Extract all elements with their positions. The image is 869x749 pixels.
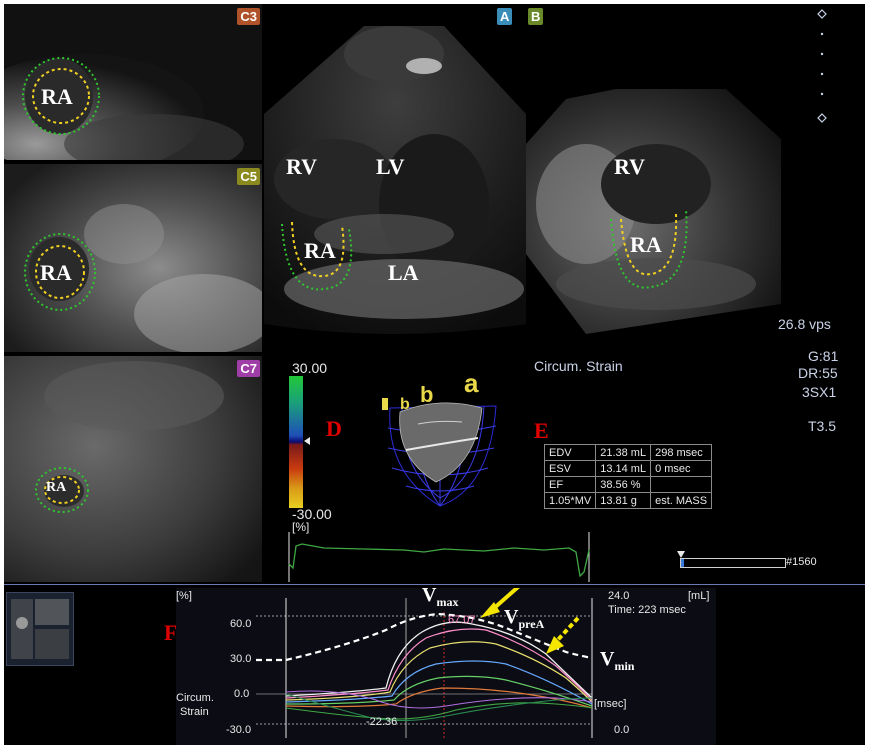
ecg-trace xyxy=(288,532,590,582)
strain-mode-label: Circum. Strain xyxy=(534,358,623,374)
lv-3d-mesh[interactable] xyxy=(378,378,508,518)
stats-cell: ESV xyxy=(543,460,597,477)
vmax-sub: max xyxy=(436,595,459,609)
vprea-v: V xyxy=(504,606,519,628)
volume-stats-table: EDV 21.38 mL 298 msec ESV 13.14 mL 0 msec EF 38… xyxy=(543,444,713,509)
stats-cell: 13.14 mL xyxy=(595,460,652,477)
panel-e-label: E xyxy=(534,418,549,443)
view-c5[interactable]: C5 RA xyxy=(4,164,262,352)
depth-scale[interactable] xyxy=(814,8,830,124)
segment-label-a1: a xyxy=(382,398,388,410)
vprea-label: VpreA xyxy=(504,606,544,632)
frame-slider-fill xyxy=(681,559,685,567)
stats-row: EDV 21.38 mL 298 msec xyxy=(543,444,713,461)
frame-number: #1560 xyxy=(786,556,817,568)
vmin-label: Vmin xyxy=(600,648,634,674)
thumbnail[interactable] xyxy=(6,592,74,666)
view-c3[interactable]: C3 RA xyxy=(4,4,262,160)
c3-image xyxy=(4,4,262,160)
slider-thumb-icon[interactable] xyxy=(676,550,686,560)
stats-row: ESV 13.14 mL 0 msec xyxy=(543,460,713,477)
view-a-ra-label: RA xyxy=(304,238,336,263)
stats-cell: 298 msec xyxy=(650,444,713,461)
stats-cell: 38.56 % xyxy=(595,476,652,493)
probe-name: 3SX1 xyxy=(802,384,837,400)
strain-curves xyxy=(256,588,593,738)
c3-badge[interactable]: C3 xyxy=(237,8,260,25)
segment-label-a2: a xyxy=(464,368,479,398)
view-b-ra-label: RA xyxy=(630,232,662,257)
stats-cell: 13.81 g xyxy=(595,492,652,509)
vprea-sub: preA xyxy=(518,617,545,631)
view-a-rv-label: RV xyxy=(286,154,318,179)
stats-cell: 0 msec xyxy=(650,460,713,477)
segment-label-b2: b xyxy=(420,382,434,407)
c7-image xyxy=(4,356,262,582)
view-b-rv-label: RV xyxy=(614,154,646,179)
frame-rate: 26.8 vps xyxy=(778,316,831,332)
tx-frequency: T3.5 xyxy=(808,418,837,434)
stats-cell xyxy=(650,476,713,493)
colorbar-pointer-icon xyxy=(304,437,310,445)
min-value-label: -22.36 xyxy=(366,716,398,728)
stats-cell: est. MASS xyxy=(650,492,713,509)
segment-label-b1: b xyxy=(400,396,410,413)
stats-cell: EDV xyxy=(543,444,597,461)
c3-ra-label: RA xyxy=(41,84,73,109)
view-a-lv-label: LV xyxy=(376,154,405,179)
strain-graph[interactable]: [%] 60.0 30.0 0.0 -30.0 Circum. Strain 2… xyxy=(176,584,716,745)
frame-slider[interactable] xyxy=(680,558,786,568)
stats-cell: EF xyxy=(543,476,597,493)
stats-row: EF 38.56 % xyxy=(543,476,713,493)
view-a-la-label: LA xyxy=(388,260,419,285)
thumbnail-image xyxy=(11,599,69,659)
c5-ra-label: RA xyxy=(40,260,72,285)
colorbar-max: 30.00 xyxy=(292,360,328,376)
c7-ra-label: RA xyxy=(46,480,67,495)
stats-cell: 1.05*MV xyxy=(543,492,597,509)
peak-value-label: 67.07 xyxy=(448,614,476,626)
view-a-badge[interactable]: A xyxy=(497,8,513,25)
panel-d-label: D xyxy=(326,416,342,441)
colorbar xyxy=(289,376,303,508)
stats-row: 1.05*MV 13.81 g est. MASS xyxy=(543,492,713,509)
echo-viewer: C3 RA C5 RA C7 RA A RV LV RA LA B RV RA … xyxy=(4,4,865,745)
view-b-badge[interactable]: B xyxy=(528,8,544,25)
view-b-image xyxy=(526,89,781,334)
c7-badge[interactable]: C7 xyxy=(237,360,260,377)
vmax-label: Vmax xyxy=(422,584,458,610)
view-b[interactable]: B RV RA xyxy=(526,4,784,350)
stats-cell: 21.38 mL xyxy=(595,444,652,461)
vmin-sub: min xyxy=(614,659,635,673)
vmin-v: V xyxy=(600,648,615,670)
view-c7[interactable]: C7 RA xyxy=(4,356,262,582)
c5-badge[interactable]: C5 xyxy=(237,168,260,185)
c5-image xyxy=(4,164,262,352)
gain-value: G:81 xyxy=(808,348,839,364)
vmax-v: V xyxy=(422,584,437,606)
dynamic-range: DR:55 xyxy=(798,365,838,381)
view-a[interactable]: A RV LV RA LA xyxy=(264,4,526,350)
